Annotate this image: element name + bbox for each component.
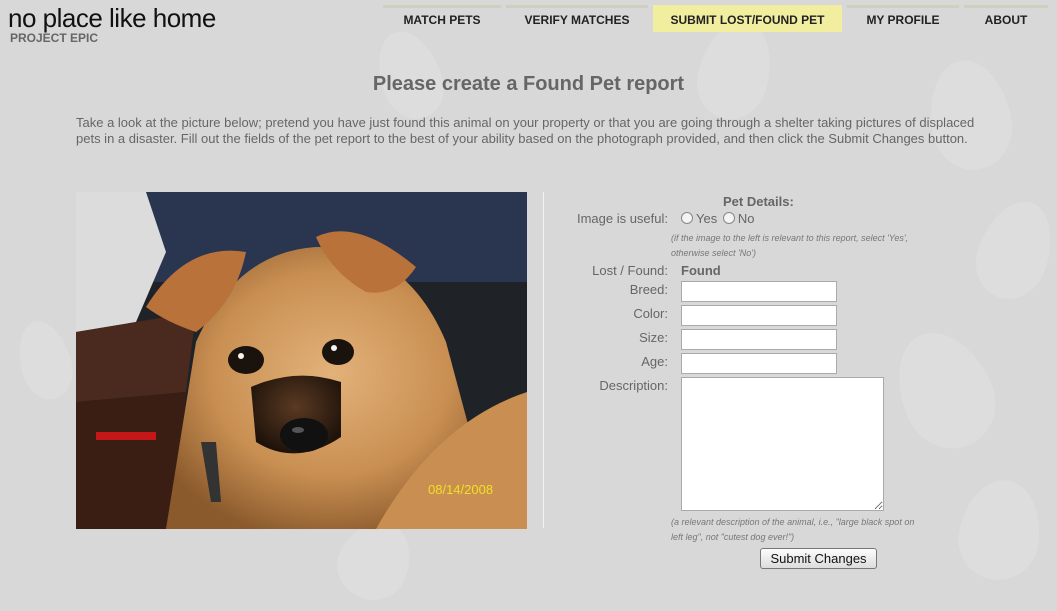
- breed-label: Breed:: [629, 282, 668, 297]
- nav-about[interactable]: ABOUT: [964, 5, 1048, 32]
- instructions-text: Take a look at the picture below; preten…: [76, 115, 975, 146]
- pet-photo: 08/14/2008: [76, 192, 527, 529]
- age-label: Age:: [641, 354, 668, 369]
- no-radio-label: No: [737, 211, 755, 226]
- image-useful-label: Image is useful:: [576, 211, 668, 226]
- submit-changes-button[interactable]: Submit Changes: [760, 548, 877, 569]
- pet-details-heading: Pet Details:: [723, 194, 794, 209]
- page-title: Please create a Found Pet report: [372, 73, 685, 95]
- nav-verify-matches[interactable]: VERIFY MATCHES: [506, 5, 648, 32]
- site-subtitle: PROJECT EPIC: [10, 31, 99, 45]
- breed-input[interactable]: [681, 281, 837, 302]
- nav-submit-lost-found-pet[interactable]: SUBMIT LOST/FOUND PET: [653, 5, 842, 32]
- site-title: no place like home: [8, 3, 216, 33]
- site-logo[interactable]: no place like home PROJECT EPIC: [8, 4, 216, 44]
- color-input[interactable]: [681, 305, 837, 326]
- no-radio[interactable]: [722, 212, 735, 224]
- description-hint-line: left leg", not "cutest dog ever!"): [671, 532, 795, 542]
- image-useful-hint: (if the image to the left is relevant to…: [671, 231, 908, 261]
- image-useful-hint-line: otherwise select 'No'): [671, 248, 756, 258]
- background-leaf: [878, 316, 1012, 464]
- nav-my-profile[interactable]: MY PROFILE: [847, 5, 959, 32]
- color-label: Color:: [633, 306, 668, 321]
- photo-date-stamp: 08/14/2008: [428, 482, 493, 497]
- size-label: Size:: [639, 330, 668, 345]
- description-hint-line: (a relevant description of the animal, i…: [671, 517, 915, 527]
- yes-radio[interactable]: [681, 212, 693, 224]
- description-label: Description:: [599, 378, 668, 393]
- lost-found-value: Found: [681, 263, 721, 278]
- main-nav: MATCH PETS VERIFY MATCHES SUBMIT LOST/FO…: [383, 5, 1053, 32]
- description-hint: (a relevant description of the animal, i…: [671, 515, 914, 545]
- age-input[interactable]: [681, 353, 837, 374]
- yes-radio-label: Yes: [696, 211, 718, 226]
- size-input[interactable]: [681, 329, 837, 350]
- nav-match-pets[interactable]: MATCH PETS: [383, 5, 501, 32]
- image-useful-hint-line: (if the image to the left is relevant to…: [671, 233, 909, 243]
- lost-found-label: Lost / Found:: [592, 263, 668, 278]
- image-useful-radio-group: Yes No: [681, 211, 754, 226]
- dog-illustration: 08/14/2008: [76, 192, 527, 529]
- background-leaf: [965, 191, 1057, 309]
- background-leaf: [951, 473, 1049, 587]
- background-leaf: [10, 314, 80, 406]
- description-textarea[interactable]: [681, 377, 884, 511]
